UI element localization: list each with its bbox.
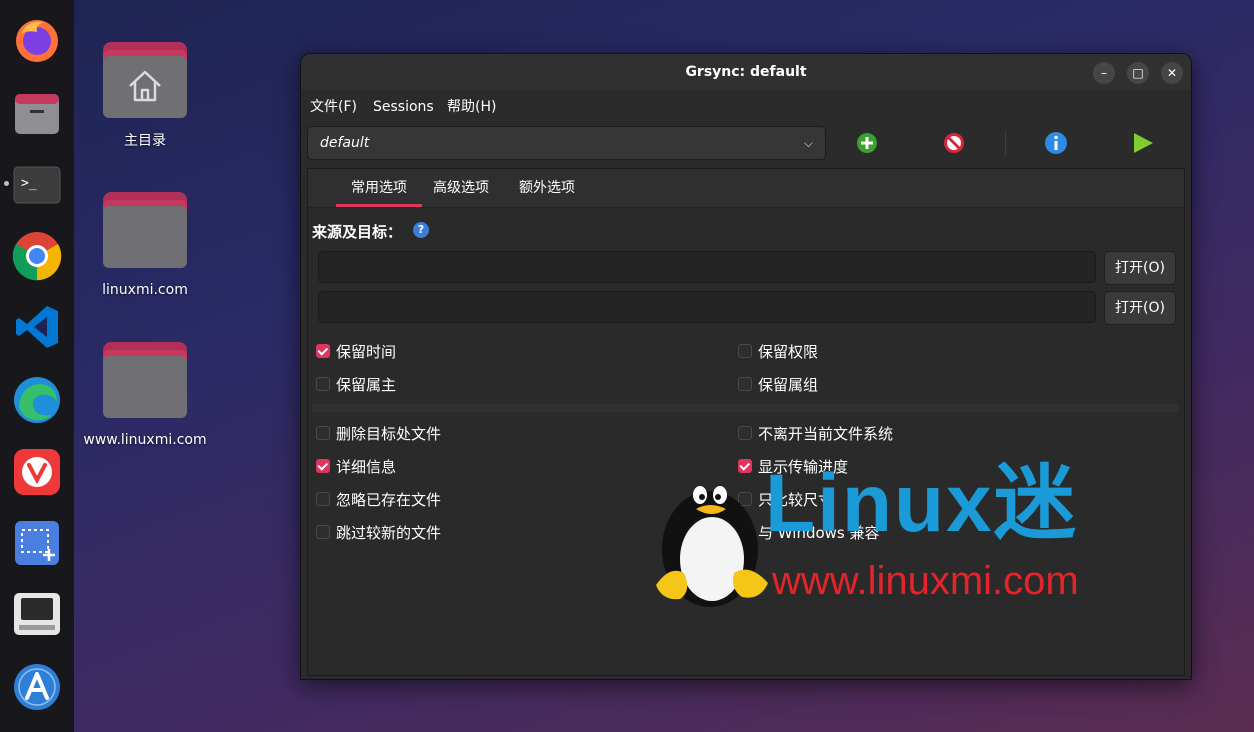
folder-icon: [103, 342, 187, 418]
computer-icon[interactable]: [12, 589, 62, 639]
running-indicator: [4, 181, 9, 186]
destination-input[interactable]: [318, 291, 1096, 323]
info-button[interactable]: [1026, 126, 1086, 160]
checkbox-box[interactable]: [316, 492, 330, 506]
session-select-value: default: [320, 135, 370, 151]
desktop-icon-home[interactable]: 主目录: [75, 42, 215, 150]
toolbar-separator: [1005, 130, 1006, 156]
appcenter-icon[interactable]: [12, 662, 62, 712]
window-title: Grsync: default: [685, 64, 807, 80]
menu-file[interactable]: 文件(F): [310, 90, 357, 124]
desktop-icon-label: www.linuxmi.com: [83, 432, 207, 448]
add-session-button[interactable]: [837, 126, 897, 160]
checkbox-label: 保留属主: [336, 375, 397, 394]
session-select[interactable]: default ⌵: [307, 126, 826, 160]
menu-sessions[interactable]: Sessions: [373, 90, 434, 124]
firefox-icon[interactable]: [12, 15, 62, 65]
home-folder-icon: [103, 42, 187, 118]
source-destination-label: 来源及目标：: [312, 223, 403, 241]
checkbox-delete-destination[interactable]: 删除目标处文件: [316, 423, 441, 443]
plus-icon: [857, 133, 877, 153]
source-open-button[interactable]: 打开(O): [1104, 251, 1176, 285]
checkbox-box[interactable]: [316, 344, 330, 358]
checkbox-box[interactable]: [316, 459, 330, 473]
checkbox-label: 不离开当前文件系统: [758, 424, 894, 443]
dock: >_: [0, 0, 74, 732]
close-button[interactable]: ✕: [1161, 62, 1183, 84]
svg-text:>_: >_: [21, 176, 37, 191]
watermark-url: www.linuxmi.com: [772, 559, 1079, 603]
destination-open-button[interactable]: 打开(O): [1104, 291, 1176, 325]
checkbox-box[interactable]: [316, 377, 330, 391]
checkbox-label: 跳过较新的文件: [336, 523, 442, 542]
checkbox-one-filesystem[interactable]: 不离开当前文件系统: [738, 423, 893, 443]
checkbox-label: 保留时间: [336, 342, 397, 361]
desktop-icon-www-linuxmi[interactable]: www.linuxmi.com: [75, 342, 215, 448]
checkbox-label: 详细信息: [336, 457, 397, 476]
checkbox-box[interactable]: [738, 377, 752, 391]
checkbox-box[interactable]: [738, 344, 752, 358]
vivaldi-icon[interactable]: [12, 447, 62, 497]
checkbox-preserve-owner[interactable]: 保留属主: [316, 374, 396, 394]
desktop-icon-linuxmi[interactable]: linuxmi.com: [75, 192, 215, 298]
options-divider: [312, 404, 1178, 412]
vscode-icon[interactable]: [12, 302, 62, 352]
menubar: 文件(F) Sessions 帮助(H): [301, 90, 1191, 124]
play-icon: [1134, 133, 1153, 153]
minimize-button[interactable]: –: [1093, 62, 1115, 84]
run-button[interactable]: [1113, 126, 1173, 160]
checkbox-preserve-permissions[interactable]: 保留权限: [738, 341, 818, 361]
tab-bar: 常用选项 高级选项 额外选项: [308, 169, 1184, 208]
checkbox-preserve-time[interactable]: 保留时间: [316, 341, 396, 361]
tux-penguin-icon: [656, 486, 768, 607]
chrome-icon[interactable]: [12, 231, 62, 281]
tab-extra-options[interactable]: 额外选项: [504, 169, 590, 207]
checkbox-verbose[interactable]: 详细信息: [316, 456, 396, 476]
help-icon[interactable]: ?: [413, 222, 429, 238]
checkbox-skip-newer[interactable]: 跳过较新的文件: [316, 522, 441, 542]
maximize-button[interactable]: □: [1127, 62, 1149, 84]
tab-advanced-options[interactable]: 高级选项: [418, 169, 504, 207]
watermark-brand: Linux迷: [765, 458, 1078, 549]
checkbox-box[interactable]: [316, 525, 330, 539]
edge-icon[interactable]: [12, 375, 62, 425]
desktop-icon-label: linuxmi.com: [102, 282, 188, 298]
watermark: Linux迷 www.linuxmi.com: [640, 455, 1160, 610]
delete-session-button[interactable]: [924, 126, 984, 160]
forbidden-icon: [944, 133, 964, 153]
tab-basic-options[interactable]: 常用选项: [336, 169, 422, 207]
titlebar[interactable]: Grsync: default – □ ✕: [301, 54, 1191, 90]
checkbox-label: 忽略已存在文件: [336, 490, 442, 509]
source-input[interactable]: [318, 251, 1096, 283]
checkbox-label: 保留权限: [758, 342, 819, 361]
checkbox-label: 删除目标处文件: [336, 424, 442, 443]
menu-help[interactable]: 帮助(H): [447, 90, 496, 124]
info-icon: [1045, 132, 1067, 154]
checkbox-box[interactable]: [316, 426, 330, 440]
checkbox-box[interactable]: [738, 426, 752, 440]
screenshot-icon[interactable]: [12, 518, 62, 568]
terminal-icon[interactable]: >_: [12, 160, 62, 210]
checkbox-label: 保留属组: [758, 375, 819, 394]
files-icon[interactable]: [12, 88, 62, 138]
checkbox-ignore-existing[interactable]: 忽略已存在文件: [316, 489, 441, 509]
checkbox-preserve-group[interactable]: 保留属组: [738, 374, 818, 394]
chevron-down-icon: ⌵: [803, 136, 813, 150]
folder-icon: [103, 192, 187, 268]
desktop-icon-label: 主目录: [124, 133, 166, 149]
